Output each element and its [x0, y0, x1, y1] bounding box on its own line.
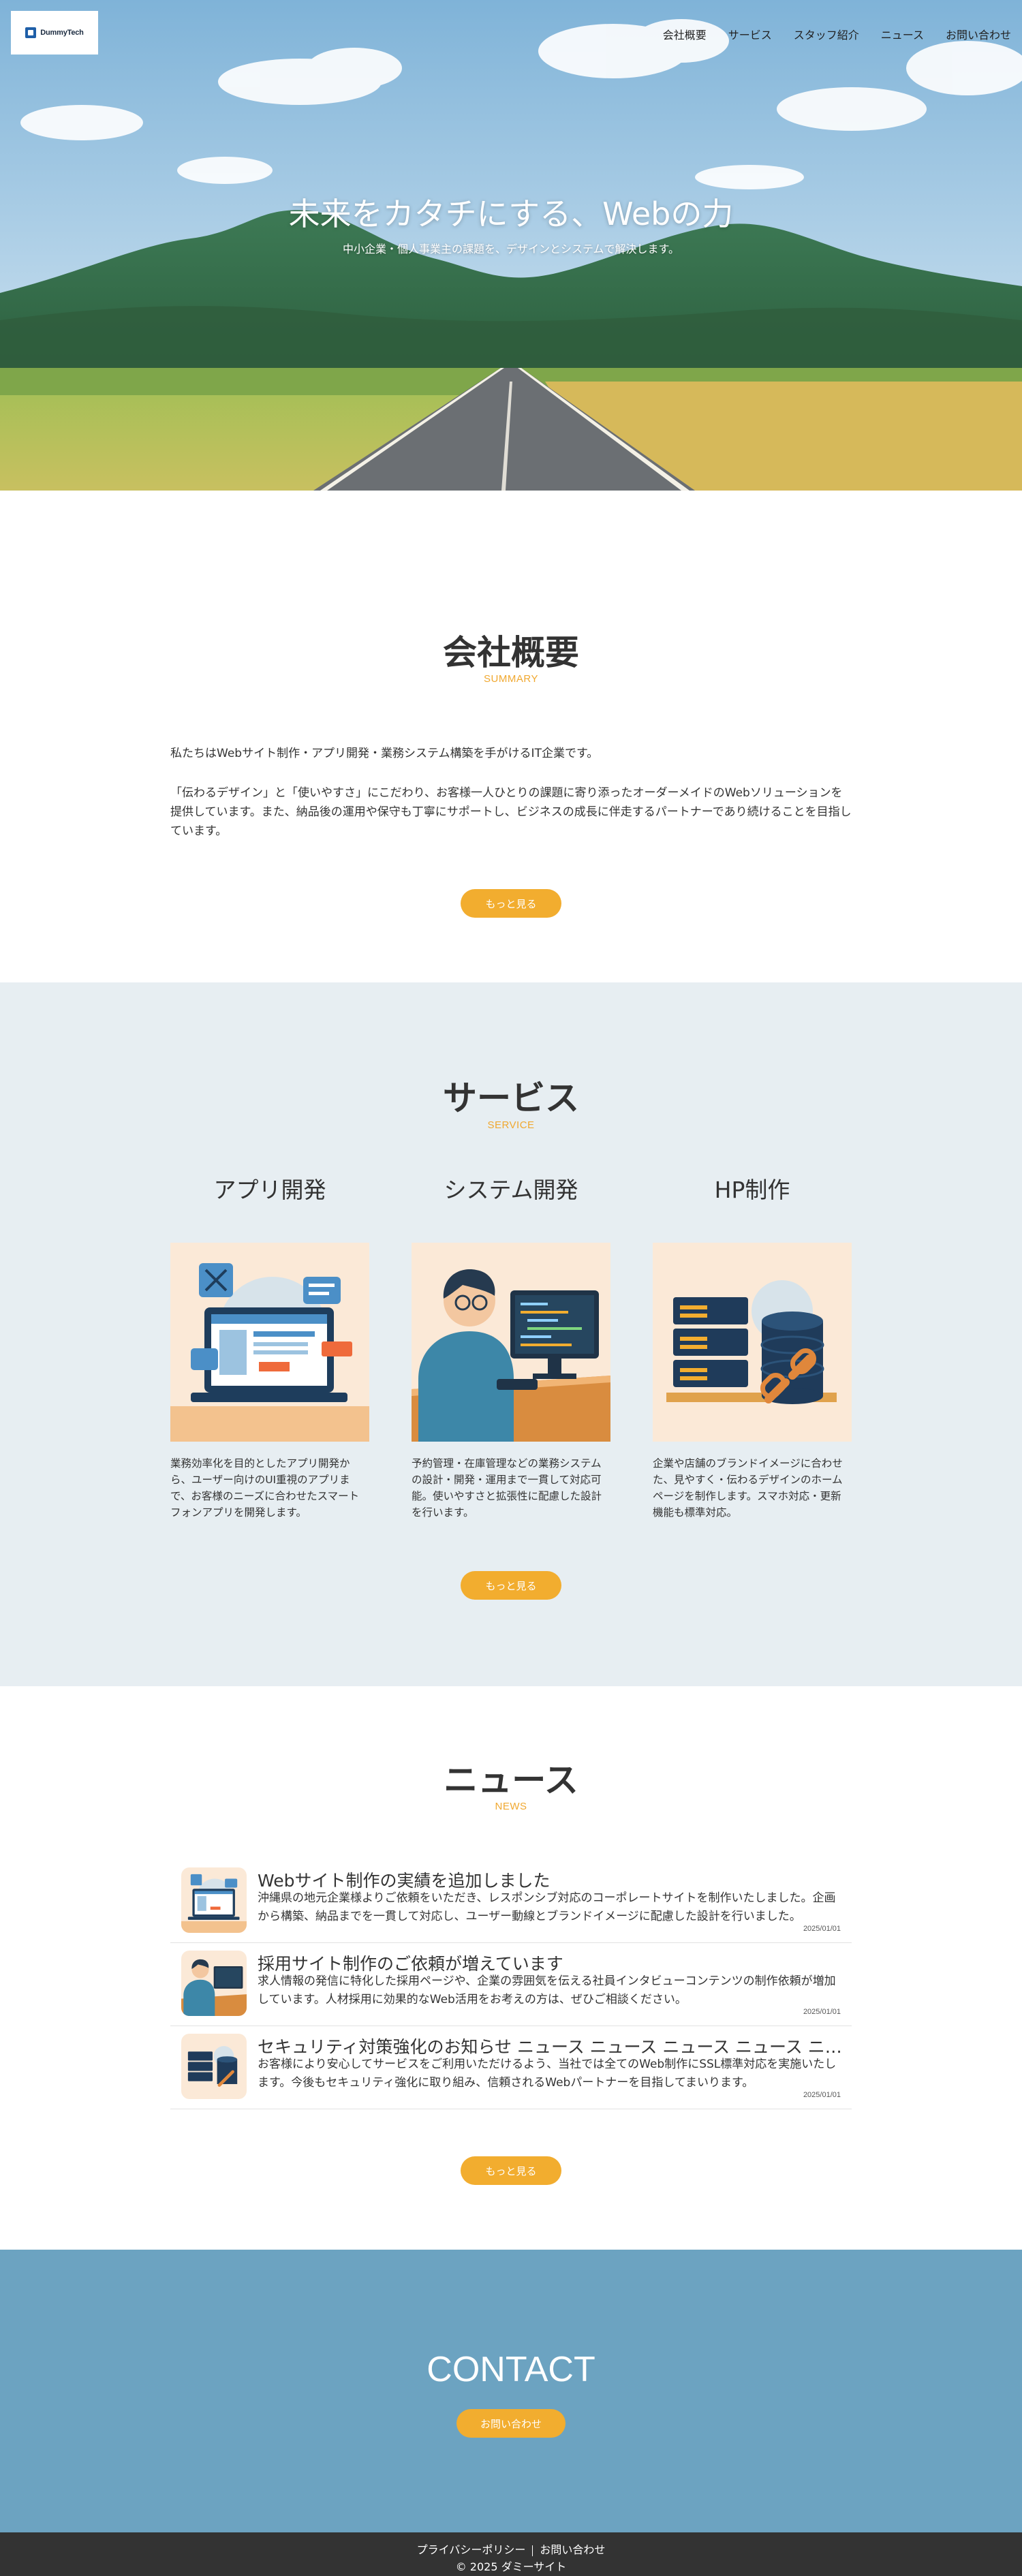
- website-production-illustration: [181, 2034, 247, 2099]
- contact-section: CONTACT お問い合わせ: [0, 2250, 1022, 2532]
- news-item-date: 2025/01/01: [803, 2091, 841, 2099]
- footer-links: プライバシーポリシー お問い合わせ: [0, 2541, 1022, 2557]
- summary-title: 会社概要: [443, 633, 579, 672]
- service-more-button[interactable]: もっと見る: [461, 1571, 561, 1600]
- logo-icon: [25, 27, 37, 38]
- news-item-title: セキュリティ対策強化のお知らせ ニュース ニュース ニュース ニュース ニュース: [258, 2037, 843, 2057]
- footer-link-privacy[interactable]: プライバシーポリシー: [410, 2543, 533, 2556]
- service-name: HP制作: [714, 1177, 790, 1203]
- news-item-body: 沖縄県の地元企業様よりご依頼をいただき、レスポンシブ対応のコーポレートサイトを制…: [258, 1891, 836, 1923]
- system-development-illustration: [181, 1951, 247, 2016]
- news-thumbnail: [181, 1951, 247, 2016]
- news-item[interactable]: Webサイト制作の実績を追加しました 沖縄県の地元企業様よりご依頼をいただき、レ…: [170, 1861, 852, 1943]
- service-subtitle: SERVICE: [487, 1119, 535, 1131]
- summary-paragraph-2: 「伝わるデザイン」と「使いやすさ」にこだわり、お客様一人ひとりの課題に寄り添った…: [170, 786, 852, 838]
- news-thumbnail: [181, 1867, 247, 1933]
- news-item-body: 求人情報の発信に特化した採用ページや、企業の雰囲気を伝える社員インタビューコンテ…: [258, 1974, 836, 2006]
- service-name: システム開発: [444, 1177, 578, 1203]
- system-development-illustration: [412, 1243, 610, 1442]
- news-item-body: お客様により安心してサービスをご利用いただけるよう、当社では全てのWeb制作にS…: [258, 2058, 837, 2090]
- service-description: 企業や店舗のブランドイメージに合わせた、見やすく・伝わるデザインのホームページを…: [653, 1457, 843, 1519]
- service-title: サービス: [443, 1078, 579, 1118]
- nav-link-contact[interactable]: お問い合わせ: [946, 26, 1011, 42]
- app-development-illustration: [181, 1867, 247, 1933]
- contact-title: CONTACT: [427, 2350, 595, 2389]
- app-development-illustration: [170, 1243, 369, 1442]
- nav-link-service[interactable]: サービス: [728, 26, 772, 42]
- news-item-title: 採用サイト制作のご依頼が増えています: [258, 1954, 563, 1974]
- service-name: アプリ開発: [213, 1177, 326, 1203]
- hero-subtitle: 中小企業・個人事業主の課題を、デザインとシステムで解決します。: [343, 243, 679, 255]
- copyright-text: © 2025 ダミーサイト: [455, 2560, 567, 2573]
- contact-button[interactable]: お問い合わせ: [456, 2409, 566, 2438]
- news-title: ニュース: [444, 1760, 578, 1800]
- news-item-date: 2025/01/01: [803, 2008, 841, 2016]
- news-thumbnail: [181, 2034, 247, 2099]
- hero-section: DummyTech 会社概要 サービス スタッフ紹介 ニュース お問い合わせ 未…: [0, 0, 1022, 491]
- hero-title: 未来をカタチにする、Webの力: [288, 196, 734, 232]
- main-nav: 会社概要 サービス スタッフ紹介 ニュース お問い合わせ: [663, 26, 1011, 42]
- news-item-date: 2025/01/01: [803, 1925, 841, 1933]
- news-more-button[interactable]: もっと見る: [461, 2156, 561, 2185]
- news-subtitle: NEWS: [495, 1801, 527, 1812]
- service-description: 予約管理・在庫管理などの業務システムの設計・開発・運用まで一貫して対応可能。使い…: [412, 1457, 602, 1519]
- summary-more-button[interactable]: もっと見る: [461, 889, 561, 918]
- nav-link-news[interactable]: ニュース: [881, 26, 924, 42]
- nav-link-summary[interactable]: 会社概要: [663, 26, 707, 42]
- website-production-illustration: [653, 1243, 852, 1442]
- site-footer: プライバシーポリシー お問い合わせ © 2025 ダミーサイト: [0, 2532, 1022, 2576]
- summary-paragraph-1: 私たちはWebサイト制作・アプリ開発・業務システム構築を手がけるIT企業です。: [170, 747, 599, 760]
- service-description: 業務効率化を目的としたアプリ開発から、ユーザー向けのUI重視のアプリまで、お客様…: [170, 1457, 360, 1519]
- news-item-title: Webサイト制作の実績を追加しました: [258, 1871, 551, 1891]
- site-logo[interactable]: DummyTech: [11, 11, 98, 55]
- footer-link-contact[interactable]: お問い合わせ: [533, 2543, 612, 2556]
- logo-text: DummyTech: [40, 29, 84, 37]
- news-item[interactable]: セキュリティ対策強化のお知らせ ニュース ニュース ニュース ニュース ニュース…: [170, 2027, 852, 2109]
- summary-subtitle: SUMMARY: [484, 673, 538, 685]
- nav-link-staff[interactable]: スタッフ紹介: [794, 26, 859, 42]
- news-item[interactable]: 採用サイト制作のご依頼が増えています 求人情報の発信に特化した採用ページや、企業…: [170, 1944, 852, 2026]
